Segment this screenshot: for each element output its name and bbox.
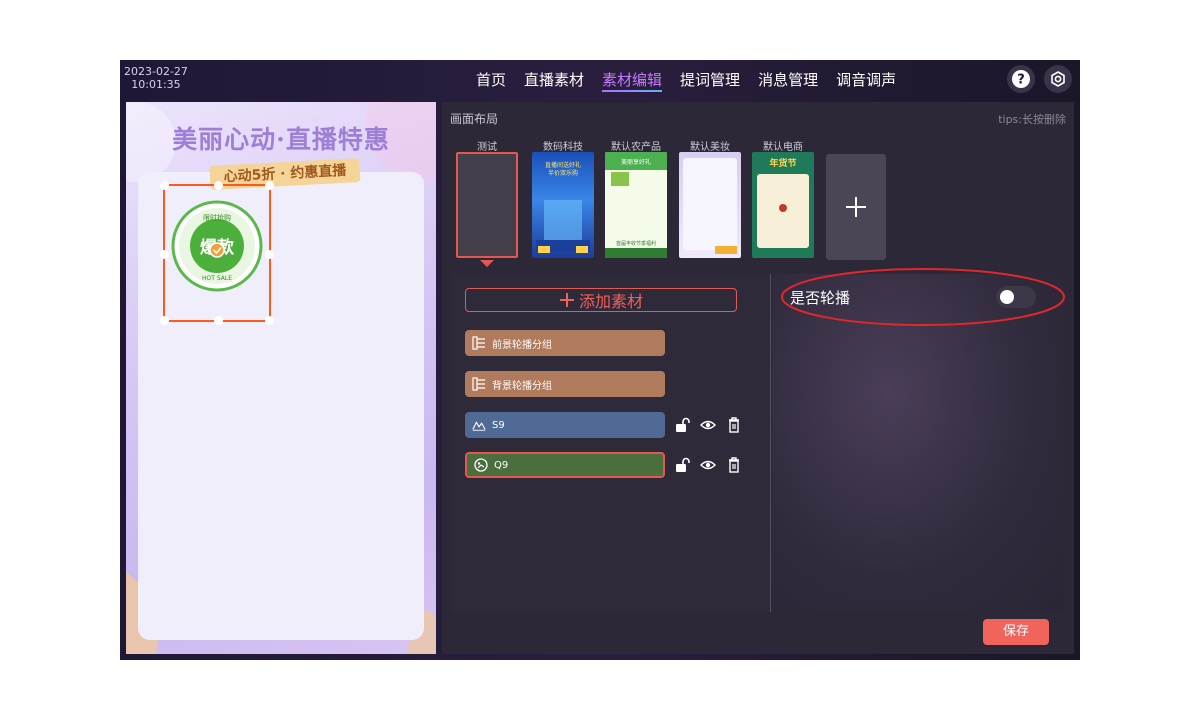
nav-audio[interactable]: 调音调声 [836,60,896,100]
layout-label: 测试 [477,142,497,153]
layout-label: 默认美妆 [690,142,730,153]
editor-panel: 画面布局 tips:长按删除 测试 直播间送好礼 半价双乐购 数码科技 美丽享好… [442,102,1074,654]
material-tools-q9 [674,457,752,473]
layout-thumbnail[interactable] [679,152,741,258]
top-bar: 2023-02-27 10:01:35 首页 直播素材 素材编辑 提词管理 消息… [120,60,1080,100]
eye-icon[interactable] [700,457,716,473]
layout-digital-tech[interactable]: 直播间送好礼 半价双乐购 数码科技 [532,140,594,260]
material-label: Q9 [494,459,509,471]
settings-button[interactable] [1044,65,1072,93]
live-preview: 美丽心动·直播特惠 心动5折 · 约惠直播 限时抢购 爆款 HOT SALE [126,102,436,654]
nav-home[interactable]: 首页 [476,60,506,100]
clock-date: 2023-02-27 [124,65,188,78]
layout-ecommerce[interactable]: 年货节 默认电商 [752,140,814,260]
material-item-q9[interactable]: Q9 [465,452,665,478]
nav-messages[interactable]: 消息管理 [758,60,818,100]
add-material-button[interactable]: 添加素材 [465,288,737,312]
layout-thumbnail[interactable] [456,152,518,258]
layout-thumbnail[interactable]: 年货节 [752,152,814,258]
group-icon [472,336,486,350]
group-icon [472,377,486,391]
clock: 2023-02-27 10:01:35 [124,65,188,91]
badge-top-text: 限时抢购 [203,213,231,222]
resize-handle-br[interactable] [265,316,274,325]
nav-live-material[interactable]: 直播素材 [524,60,584,100]
layout-label: 默认电商 [763,142,803,153]
banner-title: 美丽心动·直播特惠 [172,125,390,154]
nav-material-edit[interactable]: 素材编辑 [602,60,663,100]
thumbnail-caption: 美丽享好礼 [620,159,651,166]
help-icon: ? [1012,70,1030,88]
resize-handle-t[interactable] [214,181,223,190]
resize-handle-tr[interactable] [265,181,274,190]
toggle-knob [1000,290,1014,304]
settings-icon [1051,71,1065,87]
material-list-panel: 添加素材 前景轮播分组 背景轮播分组 S9 Q9 [452,274,771,612]
resize-handle-l[interactable] [160,250,169,259]
material-label: S9 [492,419,505,431]
layout-label: 数码科技 [543,142,583,153]
layout-farm-products[interactable]: 美丽享好礼 首届丰收节季福利 默认农产品 [605,140,667,260]
material-item-foreground-group[interactable]: 前景轮播分组 [465,330,665,356]
save-button[interactable]: 保存 [983,619,1049,645]
material-label: 前景轮播分组 [492,339,552,351]
plus-icon [559,293,574,307]
unlock-icon[interactable] [674,457,690,473]
add-layout-button[interactable] [826,154,886,260]
thumbnail-caption: 年货节 [769,159,797,169]
nav-prompter[interactable]: 提词管理 [680,60,740,100]
layout-thumbnail[interactable]: 美丽享好礼 首届丰收节季福利 [605,152,667,258]
resize-handle-r[interactable] [265,250,274,259]
layout-beauty[interactable]: 默认美妆 [679,140,741,260]
unlock-icon[interactable] [674,417,690,433]
hot-sale-badge[interactable]: 限时抢购 爆款 HOT SALE [165,186,269,320]
sticker-icon [474,458,488,472]
layout-label: 默认农产品 [611,142,661,153]
image-icon [472,418,486,432]
resize-handle-b[interactable] [214,316,223,325]
trash-icon[interactable] [726,417,742,433]
layout-test[interactable]: 测试 [456,140,518,267]
trash-icon[interactable] [726,457,742,473]
material-tools-s9 [674,417,752,433]
thumbnail-caption: 直播间送好礼 半价双乐购 [544,162,581,177]
resize-handle-bl[interactable] [160,316,169,325]
clock-time: 10:01:35 [131,78,181,91]
layout-thumbnail[interactable]: 直播间送好礼 半价双乐购 [532,152,594,258]
material-label: 背景轮播分组 [492,380,552,392]
svg-text:?: ? [1017,73,1025,88]
main-nav: 首页 直播素材 素材编辑 提词管理 消息管理 调音调声 [476,60,914,100]
resize-handle-tl[interactable] [160,181,169,190]
material-properties-panel [772,274,1064,612]
editor-tips: tips:长按删除 [998,113,1066,126]
material-item-background-group[interactable]: 背景轮播分组 [465,371,665,397]
carousel-label: 是否轮播 [790,289,851,307]
thumbnail-footer: 首届丰收节季福利 [615,241,656,247]
plus-icon [846,197,866,217]
app-window: 2023-02-27 10:01:35 首页 直播素材 素材编辑 提词管理 消息… [120,60,1080,660]
badge-bottom-text: HOT SALE [202,275,232,282]
selected-caret-icon [480,260,494,267]
carousel-toggle[interactable] [996,286,1036,308]
material-item-s9[interactable]: S9 [465,412,665,438]
add-material-label: 添加素材 [578,292,643,311]
editor-title: 画面布局 [450,112,499,126]
selected-element-box[interactable]: 限时抢购 爆款 HOT SALE [160,181,274,325]
help-button[interactable]: ? [1007,65,1035,93]
eye-icon[interactable] [700,417,716,433]
